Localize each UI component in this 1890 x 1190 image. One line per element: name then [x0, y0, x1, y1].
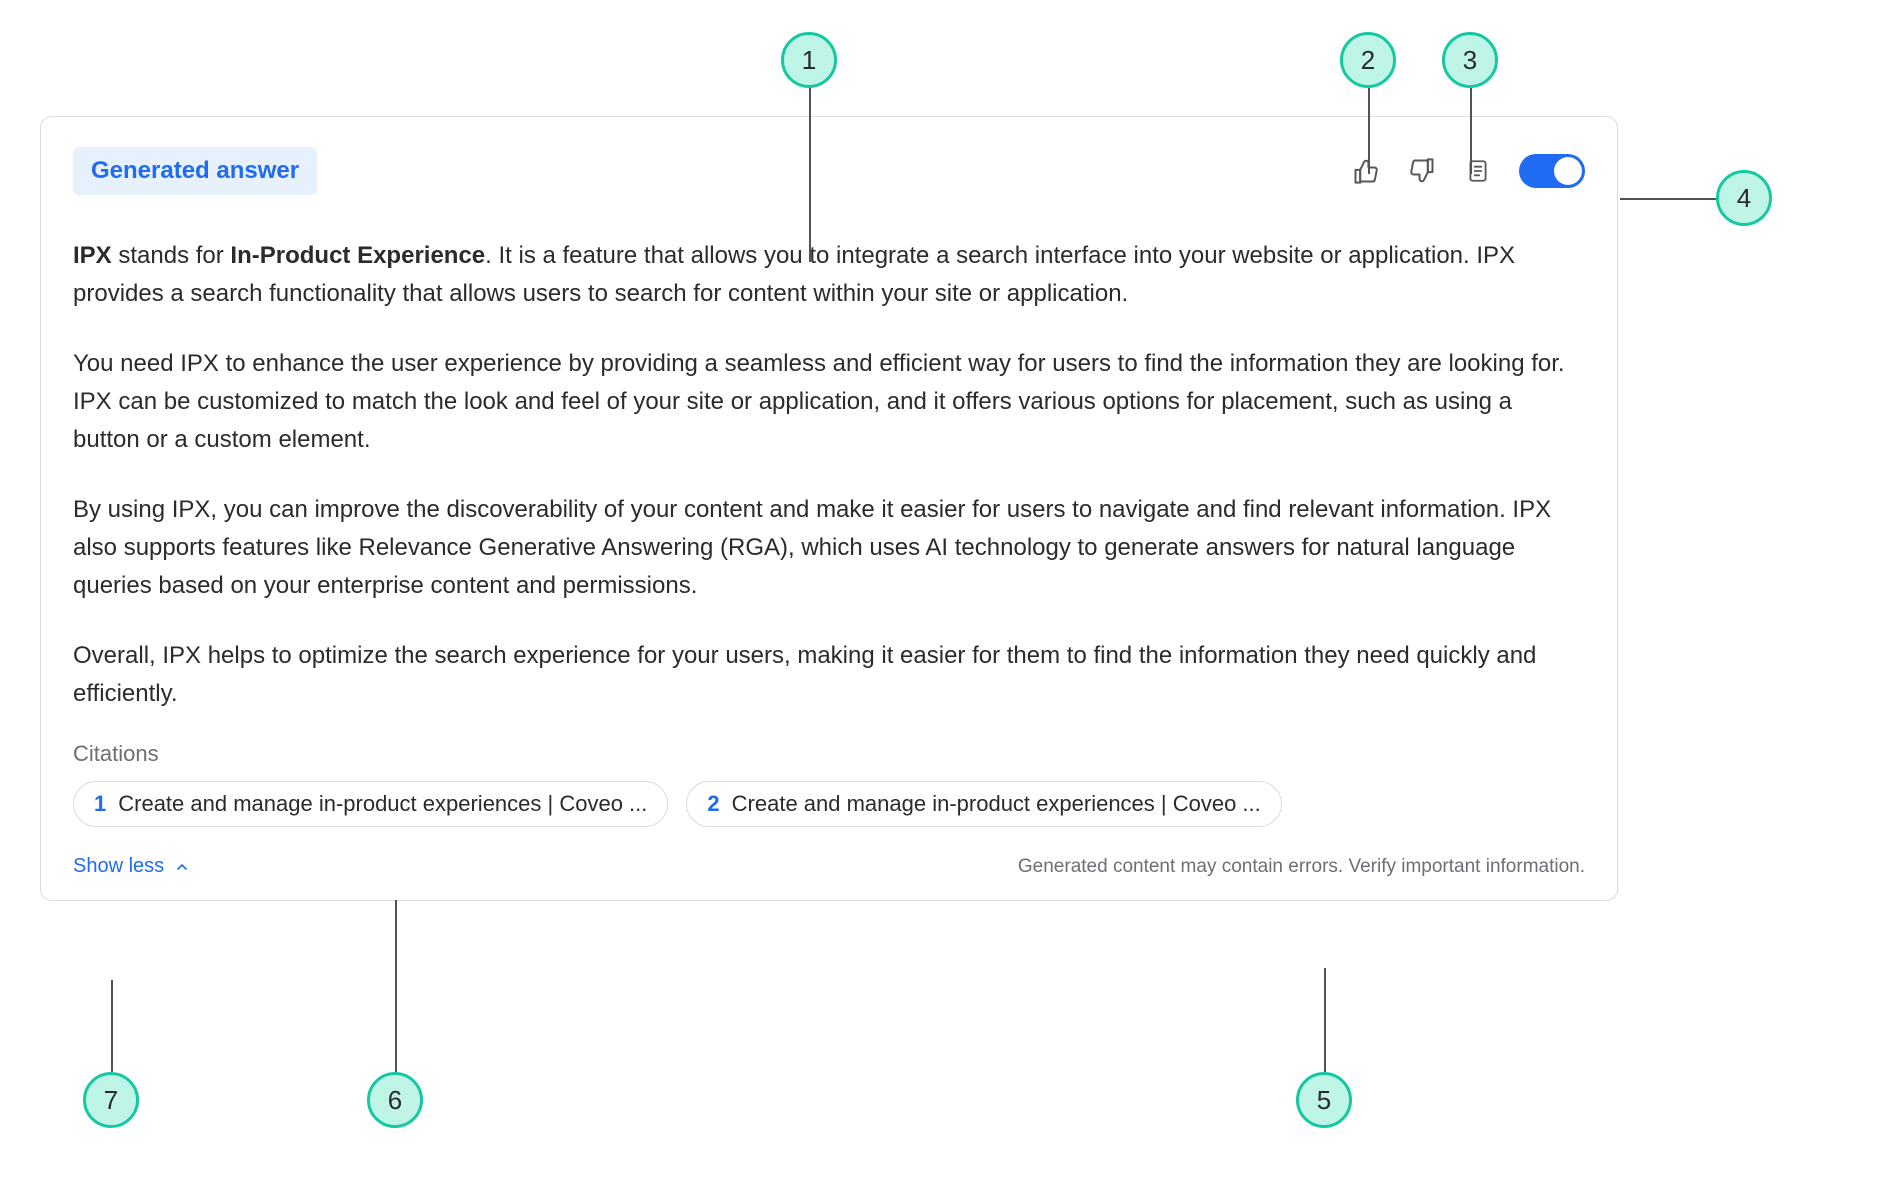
toggle-knob — [1554, 157, 1582, 185]
thumbs-up-icon[interactable] — [1351, 156, 1381, 186]
answer-paragraph-3: By using IPX, you can improve the discov… — [73, 491, 1585, 605]
answer-paragraph-4: Overall, IPX helps to optimize the searc… — [73, 637, 1585, 713]
callout-bubble-7: 7 — [83, 1072, 139, 1128]
answer-paragraph-2: You need IPX to enhance the user experie… — [73, 345, 1585, 459]
citation-title: Create and manage in-product experiences… — [732, 791, 1261, 817]
card-header: Generated answer — [73, 141, 1585, 201]
disclaimer-text: Generated content may contain errors. Ve… — [1018, 856, 1585, 878]
citations-label: Citations — [73, 741, 1585, 767]
citation-1[interactable]: 1 Create and manage in-product experienc… — [73, 781, 668, 827]
callout-bubble-4: 4 — [1716, 170, 1772, 226]
generated-answer-card: Generated answer — [40, 116, 1618, 901]
generated-answer-badge: Generated answer — [73, 147, 317, 195]
copy-icon[interactable] — [1463, 156, 1493, 186]
citation-number: 2 — [707, 791, 719, 817]
callout-bubble-3: 3 — [1442, 32, 1498, 88]
thumbs-down-icon[interactable] — [1407, 156, 1437, 186]
answer-toggle[interactable] — [1519, 154, 1585, 188]
card-footer: Show less Generated content may contain … — [73, 855, 1585, 878]
citation-title: Create and manage in-product experiences… — [118, 791, 647, 817]
callout-bubble-5: 5 — [1296, 1072, 1352, 1128]
callout-3-leader — [1470, 88, 1472, 174]
callout-7-leader — [111, 980, 113, 1072]
chevron-up-icon — [174, 859, 190, 875]
callout-bubble-1: 1 — [781, 32, 837, 88]
citations-row: 1 Create and manage in-product experienc… — [73, 781, 1585, 827]
header-actions — [1351, 154, 1585, 188]
callout-bubble-2: 2 — [1340, 32, 1396, 88]
citation-2[interactable]: 2 Create and manage in-product experienc… — [686, 781, 1281, 827]
callout-bubble-6: 6 — [367, 1072, 423, 1128]
callout-2-leader — [1368, 88, 1370, 174]
answer-body: IPX stands for In-Product Experience. It… — [73, 237, 1585, 713]
callout-5-leader — [1324, 968, 1326, 1072]
callout-1-leader — [809, 88, 811, 262]
callout-6-leader — [395, 900, 397, 1072]
citation-number: 1 — [94, 791, 106, 817]
answer-paragraph-1: IPX stands for In-Product Experience. It… — [73, 237, 1585, 313]
show-less-label: Show less — [73, 855, 164, 878]
show-less-button[interactable]: Show less — [73, 855, 190, 878]
callout-4-leader — [1620, 198, 1716, 200]
